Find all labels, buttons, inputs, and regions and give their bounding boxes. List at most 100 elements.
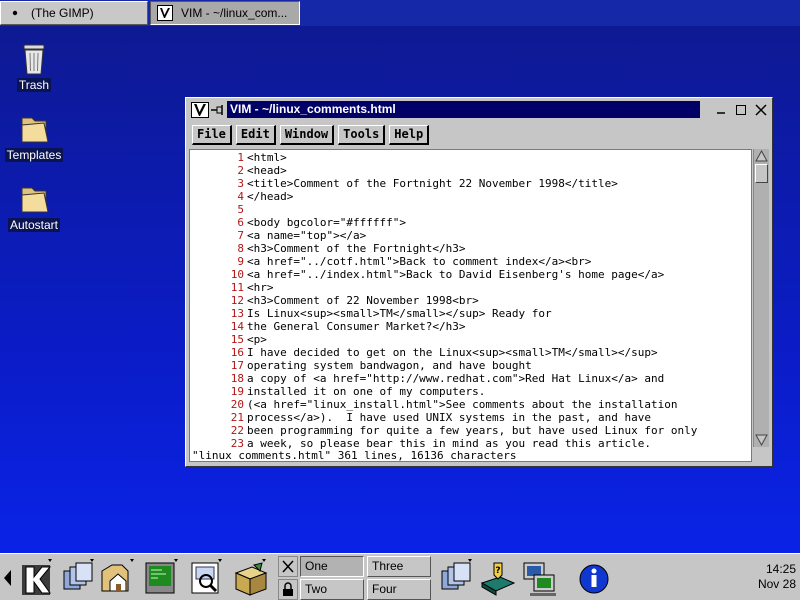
line-number: 10 [230,268,244,281]
code-line: 10 <a href="../index.html">Back to David … [190,268,751,281]
code-line: 12 <h3>Comment of 22 November 1998<br> [190,294,751,307]
minimize-button[interactable] [714,103,728,117]
terminal-icon [145,559,178,594]
code-line: 20 (<a href="linux_install.html">See comm… [190,398,751,411]
taskbar-item-label: VIM - ~/linux_com... [181,6,288,20]
line-number: 5 [237,203,244,216]
terminal-button[interactable] [142,557,182,599]
pager-close-button[interactable] [278,556,298,577]
line-text: (<a href="linux_install.html">See commen… [247,398,678,411]
scroll-up-button[interactable] [754,149,769,163]
line-text: Is Linux<sup><small>TM</small></sup> Rea… [247,307,552,320]
desktop-button-three[interactable]: Three [367,556,431,577]
line-number: 18 [230,372,244,385]
line-number: 6 [237,216,244,229]
taskbar-item-gimp[interactable]: (The GIMP) [0,1,148,25]
line-number: 20 [230,398,244,411]
k-menu-icon [22,559,52,595]
code-line: 6 <body bgcolor="#ffffff"> [190,216,751,229]
code-line: 15 <p> [190,333,751,346]
desktop-icon-label: Autostart [7,218,61,232]
line-text: operating system bandwagon, and have bou… [247,359,532,372]
window-list-icon [63,559,94,590]
code-line: 2 <head> [190,164,751,177]
scroll-down-button[interactable] [754,433,769,447]
menu-window[interactable]: Window [279,125,335,145]
line-text: a copy of <a href="http://www.redhat.com… [247,372,665,385]
taskbar-item-vim[interactable]: VIM - ~/linux_com... [150,1,300,25]
line-number: 3 [237,177,244,190]
window-list-button-2[interactable] [436,557,476,599]
code-line: 5 [190,203,751,216]
desktop-icon-templates[interactable]: Templates [4,112,64,162]
vim-icon [157,5,173,21]
desktop-icon-label: Trash [16,78,52,92]
home-button[interactable] [98,557,138,599]
line-number: 16 [230,346,244,359]
clock-date: Nov 28 [757,577,796,591]
desktop-button-one[interactable]: One [300,556,364,577]
pin-icon[interactable] [211,104,225,116]
code-line: 14 the General Consumer Market?</h3> [190,320,751,333]
line-text: <html> [247,151,287,164]
code-line: 19 installed it on one of my computers. [190,385,751,398]
line-text: the General Consumer Market?</h3> [247,320,466,333]
window-titlebar[interactable]: VIM - ~/linux_comments.html [188,100,770,119]
line-text: <a href="../cotf.html">Back to comment i… [247,255,592,268]
file-manager-button[interactable] [186,557,226,599]
panel-hide-arrow[interactable] [3,568,12,588]
code-line: 7 <a name="top"></a> [190,229,751,242]
clock[interactable]: 14:25 Nov 28 [758,562,796,592]
scrollbar-thumb[interactable] [755,164,768,183]
menu-tools[interactable]: Tools [338,125,386,145]
line-text: <hr> [247,281,274,294]
line-number: 9 [237,255,244,268]
code-line: 9 <a href="../cotf.html">Back to comment … [190,255,751,268]
menu-help[interactable]: Help [389,125,430,145]
file-manager-icon [191,559,222,594]
desktop-button-two[interactable]: Two [300,579,364,600]
line-number: 7 [237,229,244,242]
network-button[interactable] [520,557,560,599]
vim-icon[interactable] [191,101,209,118]
line-text: process</a>). I have used UNIX systems i… [247,411,651,424]
k-menu-button[interactable] [16,557,56,599]
code-line: 11 <hr> [190,281,751,294]
desktop-icon-label: Templates [4,148,64,162]
help-book-icon: ? [480,562,516,596]
window-list-button[interactable] [58,557,98,599]
folder-icon [18,182,50,216]
line-number: 14 [230,320,244,333]
line-number: 22 [230,424,244,437]
trash-icon [18,42,50,76]
pager-lock-button[interactable] [278,579,298,600]
line-number: 17 [230,359,244,372]
package-button[interactable] [230,557,270,599]
line-number: 21 [230,411,244,424]
line-text: <p> [247,333,267,346]
editor-text-area[interactable]: 1 <html> 2 <head> 3 <title>Comment of the For… [189,149,752,462]
code-line: 3 <title>Comment of the Fortnight 22 Nove… [190,177,751,190]
vertical-scrollbar[interactable] [753,149,769,447]
line-text: been programming for quite a few years, … [247,424,698,437]
line-number: 8 [237,242,244,255]
line-text: <body bgcolor="#ffffff"> [247,216,406,229]
window-list-icon [441,559,472,590]
line-text: </head> [247,190,294,203]
maximize-button[interactable] [734,103,748,117]
menu-file[interactable]: File [192,125,232,145]
status-line: "linux_comments.html" 361 lines, 16136 c… [192,449,517,462]
info-button[interactable] [574,557,614,599]
menu-edit[interactable]: Edit [235,125,276,145]
code-line: 8 <h3>Comment of the Fortnight</h3> [190,242,751,255]
desktop-icon-trash[interactable]: Trash [4,42,64,92]
arrow-up-icon [755,149,768,162]
code-line: 4 </head> [190,190,751,203]
arrow-down-icon [755,434,768,447]
help-book-button[interactable]: ? [478,557,518,599]
network-icon [523,562,556,596]
desktop-button-four[interactable]: Four [367,579,431,600]
arrow-left-icon [4,570,11,586]
close-button[interactable] [754,103,768,117]
desktop-icon-autostart[interactable]: Autostart [4,182,64,232]
